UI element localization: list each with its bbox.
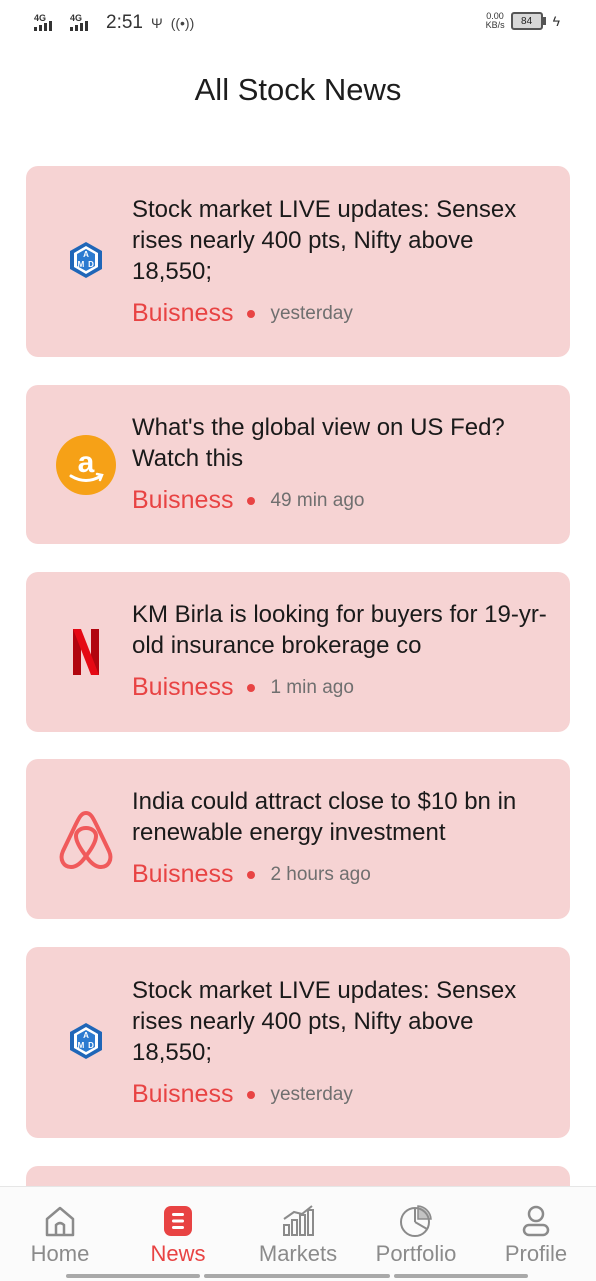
news-time: 49 min ago	[270, 489, 365, 511]
news-category: Buisness	[132, 860, 234, 888]
signal-icon: 4G	[70, 13, 98, 31]
nav-label-markets: Markets	[258, 1241, 338, 1266]
news-time: 1 min ago	[270, 676, 354, 698]
nav-label-portfolio: Portfolio	[375, 1241, 457, 1266]
portfolio-icon	[400, 1205, 432, 1237]
news-headline: India could attract close to $10 bn in r…	[132, 788, 517, 846]
news-headline: KM Birla is looking for buyers for 19-yr…	[132, 601, 547, 659]
news-card[interactable]: KM Birla is looking for buyers for 19-yr…	[26, 572, 570, 732]
news-icon	[164, 1206, 192, 1236]
clock: 2:51	[106, 12, 143, 33]
news-category: Buisness	[132, 486, 234, 514]
nav-item-profile[interactable]: Profile	[476, 1187, 596, 1281]
news-category: Buisness	[132, 1080, 234, 1108]
amd-logo-icon: A M D	[54, 1009, 118, 1073]
profile-icon	[522, 1205, 550, 1237]
separator-dot	[247, 309, 256, 318]
news-headline: Stock market LIVE updates: Sensex rises …	[132, 977, 517, 1066]
charging-icon: ϟ	[552, 13, 560, 29]
news-card[interactable]: India could attract close to $10 bn in r…	[26, 759, 570, 919]
news-card[interactable]: a What's the global view on US Fed? Watc…	[26, 385, 570, 544]
svg-text:A: A	[83, 1031, 89, 1040]
svg-text:a: a	[78, 446, 95, 479]
nav-indicator	[394, 1274, 528, 1278]
signal-icon: 4G	[34, 13, 62, 31]
svg-text:M: M	[78, 1041, 85, 1050]
svg-text:D: D	[88, 1041, 94, 1050]
hotspot-icon: ((•))	[170, 15, 195, 31]
separator-dot	[247, 870, 256, 879]
svg-text:A: A	[83, 250, 89, 259]
separator-dot	[247, 496, 256, 505]
status-bar: 4G 4G 2:51 Ψ ((•)) 0.00 KB/s 84 ϟ	[0, 0, 596, 46]
news-time: yesterday	[270, 302, 353, 324]
nav-item-markets[interactable]: Markets	[238, 1187, 358, 1281]
news-time: 2 hours ago	[270, 863, 371, 885]
home-icon	[45, 1206, 75, 1237]
battery-icon: 84	[510, 12, 546, 30]
news-category: Buisness	[132, 673, 234, 701]
usb-icon: Ψ	[150, 15, 163, 31]
nav-item-home[interactable]: Home	[0, 1187, 120, 1281]
nav-label-home: Home	[30, 1241, 90, 1266]
markets-icon	[283, 1205, 314, 1236]
nav-label-profile: Profile	[504, 1241, 568, 1266]
separator-dot	[247, 1090, 256, 1099]
airbnb-logo-icon	[54, 807, 118, 871]
news-headline: What's the global view on US Fed? Watch …	[132, 414, 505, 472]
battery-level: 84	[521, 15, 533, 27]
news-time: yesterday	[270, 1083, 353, 1105]
amd-logo-icon: A M D	[54, 228, 118, 292]
speed-unit: KB/s	[485, 20, 505, 30]
network-type-2: 4G	[70, 13, 83, 23]
separator-dot	[247, 683, 256, 692]
news-card[interactable]: A M D Stock market LIVE updates: Sensex …	[26, 166, 570, 357]
nav-indicator	[66, 1274, 200, 1278]
netflix-logo-icon	[54, 620, 118, 684]
svg-text:M: M	[78, 260, 85, 269]
news-card[interactable]: A M D Stock market LIVE updates: Sensex …	[26, 947, 570, 1138]
bottom-navigation: Home News Markets Portfolio Profile	[0, 1186, 596, 1281]
nav-item-portfolio[interactable]: Portfolio	[356, 1187, 476, 1281]
network-type-1: 4G	[34, 13, 47, 23]
news-category: Buisness	[132, 299, 234, 327]
page-title: All Stock News	[194, 72, 402, 107]
nav-indicator	[204, 1274, 390, 1278]
amazon-logo-icon: a	[54, 433, 118, 497]
nav-item-news[interactable]: News	[118, 1187, 238, 1281]
svg-text:D: D	[88, 260, 94, 269]
news-headline: Stock market LIVE updates: Sensex rises …	[132, 196, 517, 285]
nav-label-news: News	[150, 1241, 206, 1266]
network-speed: 0.00 KB/s	[486, 12, 505, 30]
